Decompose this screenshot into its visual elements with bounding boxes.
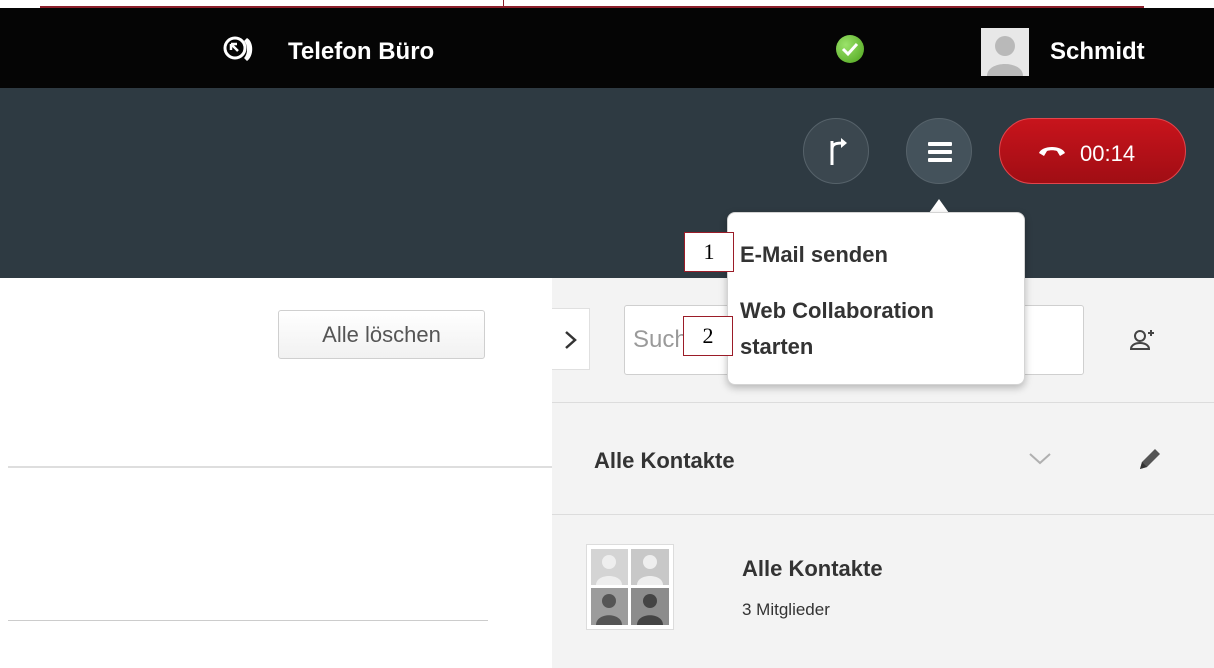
hamburger-menu-icon bbox=[928, 142, 952, 162]
divider bbox=[8, 620, 488, 621]
collapse-panel-button[interactable] bbox=[552, 308, 590, 370]
call-duration-timer: 00:14 bbox=[1080, 141, 1136, 166]
chevron-down-icon[interactable] bbox=[1028, 452, 1052, 471]
add-contact-icon[interactable] bbox=[1129, 328, 1156, 355]
callout-label: 1 bbox=[684, 232, 734, 272]
user-avatar[interactable] bbox=[981, 28, 1029, 76]
document-tick-mark bbox=[503, 0, 504, 8]
group-avatar-icon[interactable] bbox=[586, 544, 674, 630]
divider bbox=[552, 402, 1214, 403]
more-actions-dropdown: E-Mail senden Web Collaboration starten bbox=[727, 212, 1025, 385]
chevron-right-icon bbox=[565, 331, 577, 349]
menu-item-send-email[interactable]: E-Mail senden bbox=[740, 237, 888, 273]
edit-pencil-icon[interactable] bbox=[1135, 444, 1165, 479]
transfer-button[interactable] bbox=[803, 118, 869, 184]
callout-label: 2 bbox=[683, 316, 733, 356]
divider bbox=[552, 514, 1214, 515]
phone-line-icon[interactable] bbox=[222, 34, 258, 64]
call-control-bar: 00:14 bbox=[0, 88, 1214, 278]
menu-item-start-web-collaboration[interactable]: Web Collaboration starten bbox=[740, 293, 1010, 365]
presence-status-icon[interactable] bbox=[836, 35, 864, 63]
clear-all-button[interactable]: Alle löschen bbox=[278, 310, 485, 359]
group-member-count: 3 Mitglieder bbox=[742, 600, 830, 619]
contact-group-selector-label[interactable]: Alle Kontakte bbox=[594, 448, 735, 474]
popover-arrow bbox=[929, 199, 949, 213]
call-history-pane: Alle löschen bbox=[0, 278, 552, 668]
more-actions-menu-button[interactable] bbox=[906, 118, 972, 184]
divider bbox=[8, 466, 552, 468]
hangup-button[interactable]: 00:14 bbox=[999, 118, 1186, 184]
transfer-arrow-icon bbox=[830, 138, 847, 165]
group-card-title[interactable]: Alle Kontakte bbox=[742, 556, 883, 582]
phone-line-label[interactable]: Telefon Büro bbox=[288, 38, 434, 66]
user-name[interactable]: Schmidt bbox=[1050, 38, 1145, 66]
hangup-phone-icon bbox=[1039, 147, 1065, 156]
top-header-bar: Telefon Büro Schmidt bbox=[0, 8, 1214, 88]
